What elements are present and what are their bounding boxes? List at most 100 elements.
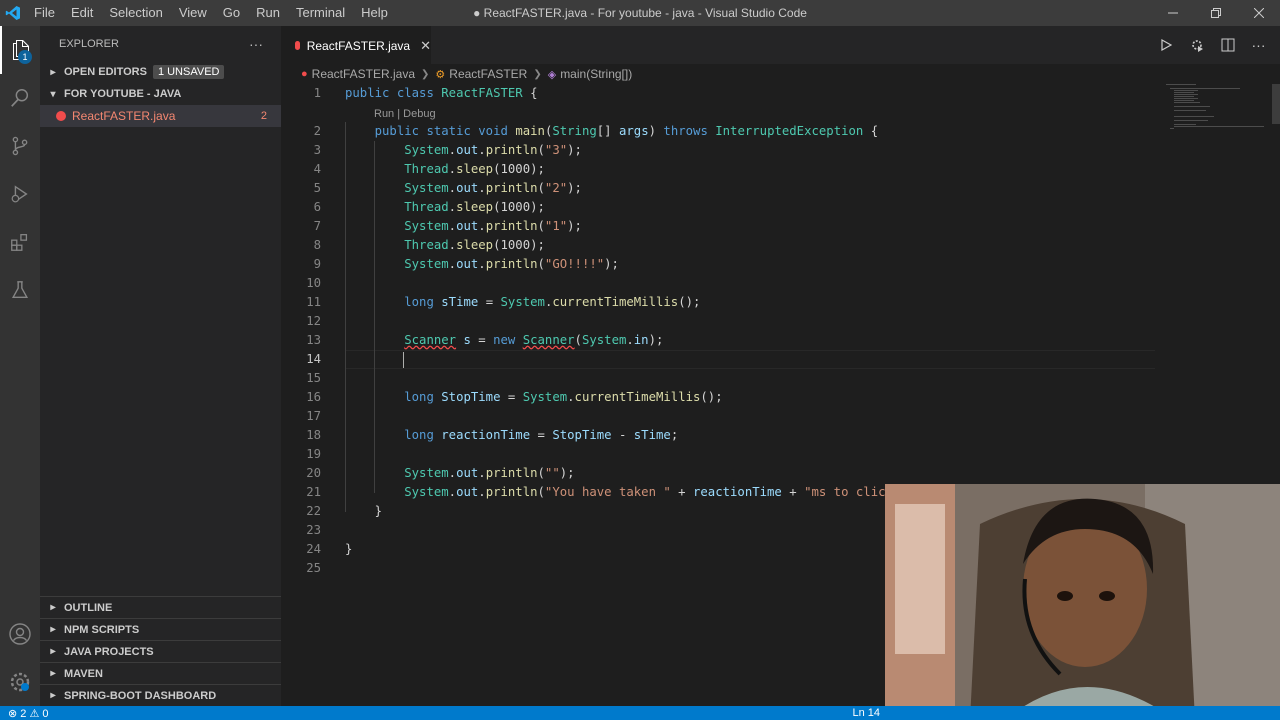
line-number: 3	[313, 143, 321, 157]
line-number: 6	[313, 200, 321, 214]
npm-scripts-label: NPM SCRIPTS	[64, 623, 140, 636]
editor-actions: ···	[1150, 26, 1274, 64]
code-line[interactable]: 17	[281, 407, 1280, 426]
minimap-line	[1174, 124, 1196, 125]
breadcrumb-separator-icon: ❯	[421, 68, 430, 80]
more-actions-button[interactable]: ···	[249, 36, 263, 52]
problems-status[interactable]: ⊗ 2 ⚠ 0	[8, 707, 48, 720]
close-window-button[interactable]	[1237, 0, 1280, 26]
settings-icon[interactable]	[0, 658, 40, 706]
minimize-icon	[1167, 12, 1178, 14]
line-number: 1	[313, 86, 321, 100]
code-line[interactable]: 10	[281, 274, 1280, 293]
java-file-icon: ●	[301, 68, 308, 80]
code-line[interactable]: 5 System.out.println("2");	[281, 179, 1280, 198]
breadcrumb-method[interactable]: main(String[])	[560, 67, 632, 81]
code-line[interactable]: 20 System.out.println("");	[281, 464, 1280, 483]
testing-icon[interactable]	[0, 266, 40, 314]
code-text: }	[345, 542, 353, 556]
menu-terminal[interactable]: Terminal	[288, 0, 353, 26]
line-number: 11	[306, 295, 321, 309]
code-line[interactable]: 2 public static void main(String[] args)…	[281, 122, 1280, 141]
minimap-line	[1174, 102, 1200, 103]
minimap[interactable]	[1166, 84, 1266, 144]
menu-selection[interactable]: Selection	[101, 0, 170, 26]
code-line[interactable]: 19	[281, 445, 1280, 464]
title-bar: File Edit Selection View Go Run Terminal…	[0, 0, 1280, 26]
code-line[interactable]: 4 Thread.sleep(1000);	[281, 160, 1280, 179]
minimap-line	[1174, 126, 1264, 127]
line-number: 8	[313, 238, 321, 252]
minimap-line	[1174, 90, 1198, 91]
line-number: 22	[306, 504, 321, 518]
minimize-button[interactable]	[1151, 0, 1194, 26]
debug-gear-icon[interactable]	[1181, 26, 1212, 64]
chevron-right-icon: ▸	[50, 646, 56, 657]
menu-view[interactable]: View	[171, 0, 215, 26]
codelens-run-debug[interactable]: Run | Debug	[374, 108, 436, 120]
code-line[interactable]: 15	[281, 369, 1280, 388]
open-editors-section[interactable]: ▸ OPEN EDITORS 1 UNSAVED	[40, 61, 281, 83]
breadcrumb-file[interactable]: ReactFASTER.java	[312, 67, 415, 81]
code-line[interactable]: 9 System.out.println("GO!!!!");	[281, 255, 1280, 274]
explorer-icon[interactable]: 1	[0, 26, 40, 74]
code-text: long sTime = System.currentTimeMillis();	[404, 295, 701, 309]
minimap-line	[1170, 88, 1240, 89]
source-control-icon[interactable]	[0, 122, 40, 170]
code-text: Scanner s = new Scanner(System.in);	[404, 333, 664, 347]
restore-button[interactable]	[1194, 0, 1237, 26]
folder-section[interactable]: ▾ FOR YOUTUBE - JAVA	[40, 83, 281, 105]
minimap-line	[1174, 110, 1206, 111]
npm-scripts-section[interactable]: ▸ NPM SCRIPTS	[40, 618, 281, 640]
minimap-line	[1174, 92, 1194, 93]
menu-go[interactable]: Go	[215, 0, 248, 26]
java-projects-section[interactable]: ▸ JAVA PROJECTS	[40, 640, 281, 662]
code-line[interactable]: 14	[281, 350, 1280, 369]
code-text: long reactionTime = StopTime - sTime;	[404, 428, 679, 442]
code-line[interactable]: 6 Thread.sleep(1000);	[281, 198, 1280, 217]
maven-section[interactable]: ▸ MAVEN	[40, 662, 281, 684]
code-line[interactable]: 11 long sTime = System.currentTimeMillis…	[281, 293, 1280, 312]
code-line[interactable]: 3 System.out.println("3");	[281, 141, 1280, 160]
spring-boot-dashboard-section[interactable]: ▸ SPRING-BOOT DASHBOARD	[40, 684, 281, 706]
account-icon[interactable]	[0, 610, 40, 658]
code-line[interactable]: 1 public class ReactFASTER {	[281, 84, 1280, 103]
cursor-position-status[interactable]: Ln 14	[852, 707, 880, 719]
minimap-line	[1166, 84, 1196, 85]
vscode-logo-icon	[0, 0, 26, 26]
code-line[interactable]: 18 long reactionTime = StopTime - sTime;	[281, 426, 1280, 445]
minimap-line	[1174, 94, 1198, 95]
scroll-thumb[interactable]	[1272, 84, 1280, 124]
menu-file[interactable]: File	[26, 0, 63, 26]
breadcrumb-separator-icon: ❯	[533, 68, 542, 80]
menu-help[interactable]: Help	[353, 0, 396, 26]
code-line[interactable]: 13 Scanner s = new Scanner(System.in);	[281, 331, 1280, 350]
run-java-icon[interactable]	[1150, 26, 1181, 64]
extensions-icon[interactable]	[0, 218, 40, 266]
menu-run[interactable]: Run	[248, 0, 288, 26]
outline-label: OUTLINE	[64, 601, 113, 614]
explorer-badge: 1	[18, 50, 32, 64]
menu-edit[interactable]: Edit	[63, 0, 101, 26]
code-line[interactable]: 7 System.out.println("1");	[281, 217, 1280, 236]
editor-tab-bar: ReactFASTER.java ✕ ···	[281, 26, 1280, 64]
chevron-down-icon: ▾	[50, 88, 56, 100]
file-item-reactfaster[interactable]: ReactFASTER.java 2	[40, 105, 281, 127]
code-line[interactable]: 8 Thread.sleep(1000);	[281, 236, 1280, 255]
code-text: Thread.sleep(1000);	[404, 200, 545, 214]
class-icon: ⚙	[435, 68, 446, 81]
line-number: 21	[306, 485, 321, 499]
tab-reactfaster[interactable]: ReactFASTER.java ✕	[281, 26, 431, 64]
tab-close-icon[interactable]: ✕	[420, 38, 431, 54]
line-number: 10	[306, 276, 321, 290]
breadcrumb-class[interactable]: ReactFASTER	[449, 67, 527, 81]
code-line[interactable]: 12	[281, 312, 1280, 331]
run-debug-icon[interactable]	[0, 170, 40, 218]
chevron-right-icon: ▸	[50, 66, 56, 78]
line-number: 20	[306, 466, 321, 480]
outline-section[interactable]: ▸ OUTLINE	[40, 596, 281, 618]
split-editor-icon[interactable]	[1212, 26, 1243, 64]
more-actions-icon[interactable]: ···	[1243, 26, 1274, 64]
code-line[interactable]: 16 long StopTime = System.currentTimeMil…	[281, 388, 1280, 407]
search-icon[interactable]	[0, 74, 40, 122]
